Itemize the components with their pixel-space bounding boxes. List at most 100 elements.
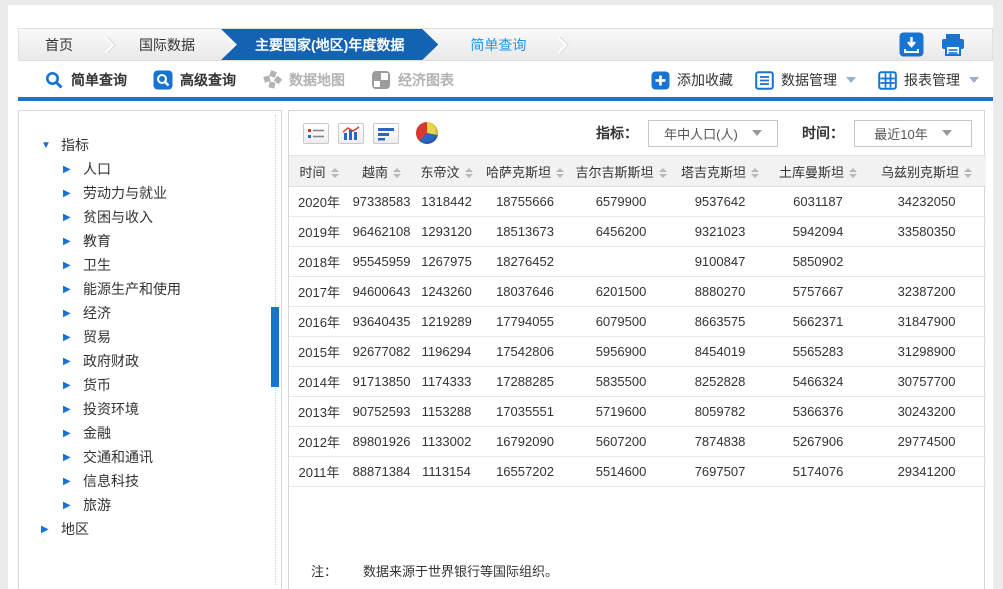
table-cell: 1174333: [414, 367, 479, 397]
filters: 指标： 年中人口(人) 时间： 最近10年: [596, 120, 972, 147]
sort-icon[interactable]: [659, 168, 667, 178]
time-select[interactable]: 最近10年: [854, 120, 972, 147]
table-cell: 33580350: [867, 217, 986, 247]
pie-chart-view-icon[interactable]: [416, 122, 438, 144]
table-cell: 95545959: [349, 247, 414, 277]
page: 首页国际数据主要国家(地区)年度数据简单查询: [0, 0, 1003, 589]
table-cell: 2018年: [289, 247, 349, 277]
table-cell: 30757700: [867, 367, 986, 397]
tree-node-label: 地区: [61, 519, 89, 539]
table-cell: 1133002: [414, 427, 479, 457]
advanced-search-icon: [153, 70, 173, 90]
sort-icon[interactable]: [751, 168, 759, 178]
report-management-label: 报表管理: [904, 70, 960, 90]
data-map-button[interactable]: 数据地图: [262, 70, 345, 90]
print-icon[interactable]: [940, 32, 965, 57]
column-header-乌兹别克斯坦[interactable]: 乌兹别克斯坦: [867, 156, 986, 187]
table-row: 2012年89801926113300216792090560720078748…: [289, 427, 986, 457]
table-cell: 6456200: [571, 217, 671, 247]
table-cell: 89801926: [349, 427, 414, 457]
scrollbar-thumb[interactable]: [271, 307, 279, 387]
bar-chart-view-icon[interactable]: [338, 123, 364, 144]
tree-node-卫生[interactable]: ▶卫生: [63, 253, 281, 277]
toolbar: 简单查询 高级查询 数据地图 经济图表: [18, 63, 993, 97]
breadcrumb-item-3[interactable]: 主要国家(地区)年度数据: [221, 29, 438, 60]
table-cell: 8454019: [671, 337, 769, 367]
simple-query-label: 简单查询: [71, 70, 127, 90]
simple-query-button[interactable]: 简单查询: [44, 70, 127, 90]
table-cell: 5514600: [571, 457, 671, 487]
table-cell: 9100847: [671, 247, 769, 277]
sort-icon[interactable]: [393, 168, 401, 178]
plus-icon: [651, 71, 670, 90]
tree-children: ▶人口▶劳动力与就业▶贫困与收入▶教育▶卫生▶能源生产和使用▶经济▶贸易▶政府财…: [41, 157, 281, 517]
table-cell: 2015年: [289, 337, 349, 367]
table-row: 2011年88871384111315416557202551460076975…: [289, 457, 986, 487]
column-header-塔吉克斯坦[interactable]: 塔吉克斯坦: [671, 156, 769, 187]
triangle-right-icon: ▶: [63, 284, 74, 295]
table-cell: 8252828: [671, 367, 769, 397]
table-cell: 1153288: [414, 397, 479, 427]
sort-icon[interactable]: [556, 168, 564, 178]
breadcrumb-item-4[interactable]: 简单查询: [444, 29, 552, 60]
sort-icon[interactable]: [964, 168, 972, 178]
table-cell: 2013年: [289, 397, 349, 427]
tree-node-货币[interactable]: ▶货币: [63, 373, 281, 397]
tree-node-indicators[interactable]: ▼ 指标: [41, 133, 281, 157]
indicator-select[interactable]: 年中人口(人): [648, 120, 778, 147]
tree-node-label: 贫困与收入: [83, 207, 153, 227]
report-management-button[interactable]: 报表管理: [878, 70, 979, 90]
chevron-down-icon: [969, 77, 979, 83]
column-header-土库曼斯坦[interactable]: 土库曼斯坦: [769, 156, 867, 187]
triangle-right-icon: ▶: [63, 404, 74, 415]
column-header-东帝汶[interactable]: 东帝汶: [414, 156, 479, 187]
tree-node-金融[interactable]: ▶金融: [63, 421, 281, 445]
sort-icon[interactable]: [331, 168, 339, 178]
column-header-吉尔吉斯斯坦[interactable]: 吉尔吉斯斯坦: [571, 156, 671, 187]
tree-node-label: 卫生: [83, 255, 111, 275]
add-favorite-button[interactable]: 添加收藏: [651, 70, 733, 90]
sort-icon[interactable]: [465, 168, 473, 178]
triangle-right-icon: ▶: [63, 332, 74, 343]
data-management-button[interactable]: 数据管理: [755, 70, 856, 90]
table-cell: 18513673: [479, 217, 571, 247]
tree-node-region[interactable]: ▶ 地区: [41, 517, 281, 541]
column-header-时间[interactable]: 时间: [289, 156, 349, 187]
economic-charts-button[interactable]: 经济图表: [371, 70, 454, 90]
table-cell: 34232050: [867, 187, 986, 217]
tree-node-交通和通讯[interactable]: ▶交通和通讯: [63, 445, 281, 469]
table-cell: 96462108: [349, 217, 414, 247]
tree-node-投资环境[interactable]: ▶投资环境: [63, 397, 281, 421]
breadcrumb-item-2[interactable]: 国际数据: [113, 29, 221, 60]
tree-node-教育[interactable]: ▶教育: [63, 229, 281, 253]
time-select-value: 最近10年: [874, 124, 927, 143]
tree-node-label: 旅游: [83, 495, 111, 515]
breadcrumb: 首页国际数据主要国家(地区)年度数据简单查询: [18, 28, 993, 61]
table-cell: 17794055: [479, 307, 571, 337]
tree-node-旅游[interactable]: ▶旅游: [63, 493, 281, 517]
triangle-right-icon: ▶: [63, 212, 74, 223]
table-cell: 9537642: [671, 187, 769, 217]
sort-icon[interactable]: [849, 168, 857, 178]
column-header-哈萨克斯坦[interactable]: 哈萨克斯坦: [479, 156, 571, 187]
table-cell: 5850902: [769, 247, 867, 277]
tree-node-贸易[interactable]: ▶贸易: [63, 325, 281, 349]
tree-node-经济[interactable]: ▶经济: [63, 301, 281, 325]
download-icon[interactable]: [899, 32, 924, 57]
horizontal-bar-view-icon[interactable]: [373, 123, 399, 144]
tree-node-贫困与收入[interactable]: ▶ 贫困与收入: [63, 205, 281, 229]
advanced-query-button[interactable]: 高级查询: [153, 70, 236, 90]
list-view-icon[interactable]: [303, 123, 329, 144]
triangle-right-icon: ▶: [63, 380, 74, 391]
tree-node-人口[interactable]: ▶人口: [63, 157, 281, 181]
tree-node-政府财政[interactable]: ▶政府财政: [63, 349, 281, 373]
column-header-越南[interactable]: 越南: [349, 156, 414, 187]
table-row: 2019年96462108129312018513673645620093210…: [289, 217, 986, 247]
tree-node-能源生产和使用[interactable]: ▶能源生产和使用: [63, 277, 281, 301]
tree-node-信息科技[interactable]: ▶信息科技: [63, 469, 281, 493]
table-cell: 5267906: [769, 427, 867, 457]
tree-node-劳动力与就业[interactable]: ▶劳动力与就业: [63, 181, 281, 205]
breadcrumb-item-1[interactable]: 首页: [19, 29, 99, 60]
triangle-right-icon: ▶: [63, 452, 74, 463]
economic-charts-icon: [371, 70, 391, 90]
